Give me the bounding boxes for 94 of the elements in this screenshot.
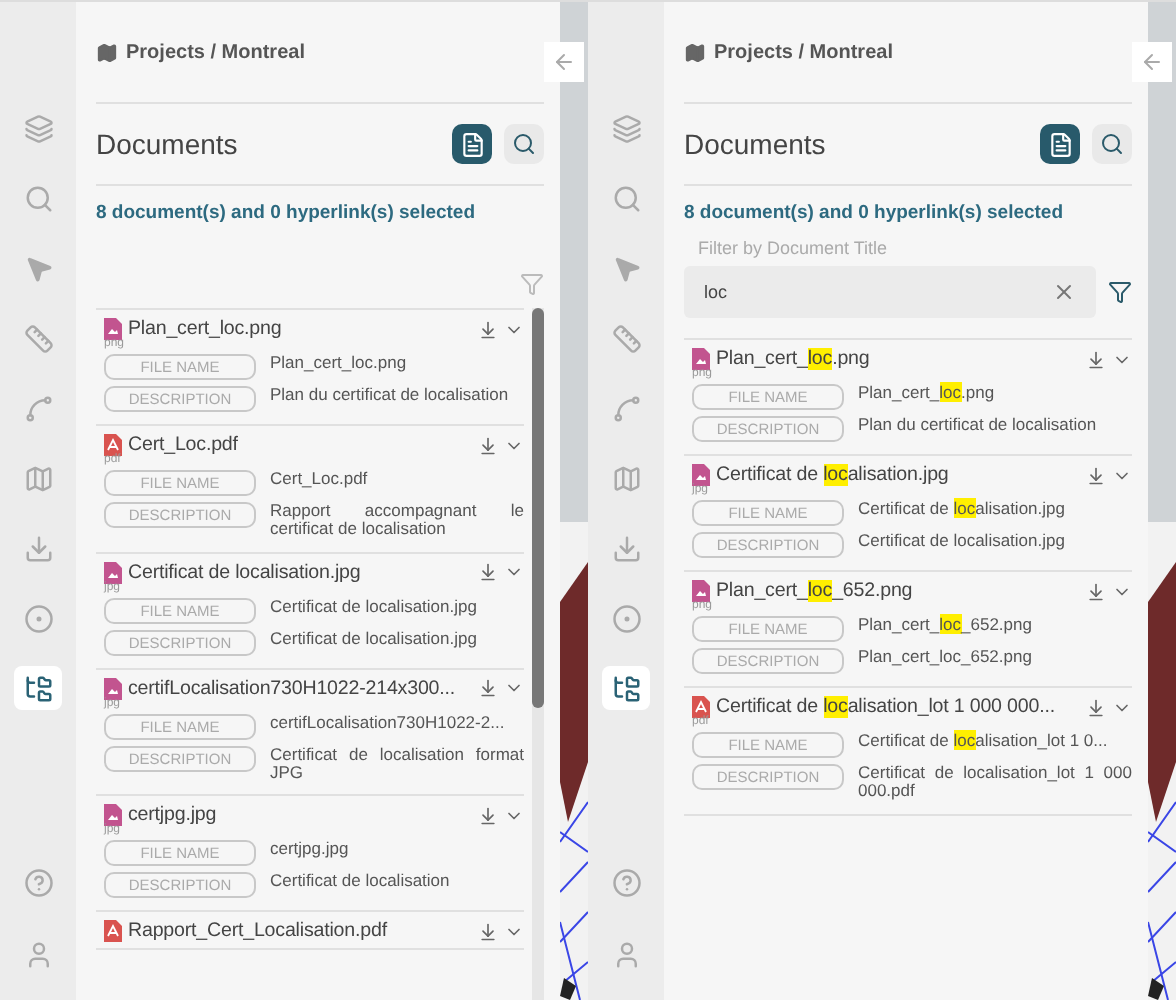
field-value: Certificat de localisation_lot 1 0... bbox=[858, 732, 1110, 751]
field-value: Rapport accompagnant le certificat de localisation bbox=[270, 502, 524, 540]
scrollbar[interactable] bbox=[532, 308, 544, 1000]
pointer-icon bbox=[23, 253, 53, 283]
panel-title: Documents bbox=[684, 128, 828, 160]
back-button[interactable] bbox=[544, 42, 584, 82]
filter-label: Filter by Document Title bbox=[698, 238, 890, 258]
documents-button[interactable] bbox=[452, 124, 492, 164]
search-icon bbox=[23, 183, 53, 213]
back-arrow-icon bbox=[1140, 50, 1164, 74]
download-icon bbox=[23, 533, 53, 563]
filter-icon[interactable] bbox=[1108, 280, 1132, 304]
ruler-icon bbox=[23, 323, 53, 353]
document-title: Certificat de localisation.jpg bbox=[128, 561, 363, 584]
image-file-icon bbox=[692, 580, 710, 602]
help-icon bbox=[611, 867, 641, 897]
download-icon bbox=[611, 533, 641, 563]
panel-title: Documents bbox=[96, 128, 240, 160]
map-icon bbox=[23, 463, 53, 493]
pdf-file-icon bbox=[104, 920, 122, 943]
breadcrumb: Projects / Montreal bbox=[714, 41, 893, 63]
search-icon bbox=[1100, 132, 1124, 156]
download-icon[interactable] bbox=[1086, 465, 1106, 485]
field-value: Certificat de localisation.jpg bbox=[858, 532, 1067, 551]
field-value: Plan du certificat de localisation bbox=[270, 386, 511, 405]
document-icon bbox=[1047, 131, 1073, 157]
image-file-icon bbox=[692, 464, 710, 486]
search-icon bbox=[611, 183, 641, 213]
field-value: Certificat de localisation.jpg bbox=[858, 500, 1067, 519]
download-icon[interactable] bbox=[478, 921, 498, 942]
ruler-icon bbox=[611, 323, 641, 353]
document-title: Plan_cert_loc.png bbox=[128, 318, 284, 340]
folder-tree-icon bbox=[23, 673, 53, 703]
image-file-icon bbox=[692, 348, 710, 370]
layers-icon bbox=[23, 113, 53, 143]
image-file-icon bbox=[104, 561, 122, 584]
selection-summary: 8 document(s) and 0 hyperlink(s) selected bbox=[684, 202, 1066, 224]
help-icon bbox=[23, 867, 53, 897]
clear-icon[interactable] bbox=[1052, 280, 1076, 304]
document-title: certjpg.jpg bbox=[128, 804, 219, 827]
document-title: Certificat de localisation_lot 1 000 000... bbox=[716, 696, 1057, 718]
target-icon bbox=[23, 603, 53, 633]
field-value: certifLocalisation730H1022-2... bbox=[270, 713, 507, 733]
pointer-icon bbox=[611, 253, 641, 283]
download-icon[interactable] bbox=[478, 562, 498, 583]
field-value: Certificat de localisation.jpg bbox=[270, 597, 479, 617]
filter-field[interactable]: loc bbox=[684, 266, 1096, 318]
field-value: Plan du certificat de localisation bbox=[858, 416, 1099, 435]
document-title: Cert_Loc.pdf bbox=[128, 434, 240, 456]
field-value: Plan_cert_loc_652.png bbox=[858, 648, 1034, 667]
search-button[interactable] bbox=[504, 124, 544, 164]
download-icon[interactable] bbox=[478, 805, 498, 826]
documents-button[interactable] bbox=[1040, 124, 1080, 164]
download-icon[interactable] bbox=[478, 678, 498, 699]
document-title: Plan_cert_loc.png bbox=[716, 348, 872, 370]
image-file-icon bbox=[104, 804, 122, 827]
pdf-file-icon bbox=[104, 434, 122, 456]
rail-button[interactable] bbox=[602, 666, 650, 710]
document-title: Certificat de localisation.jpg bbox=[716, 464, 951, 486]
selection-summary: 8 document(s) and 0 hyperlink(s) selected bbox=[96, 202, 478, 224]
document-icon bbox=[459, 131, 485, 157]
download-icon[interactable] bbox=[1086, 581, 1106, 601]
download-icon[interactable] bbox=[478, 319, 498, 339]
document-title: Rapport_Cert_Localisation.pdf bbox=[128, 920, 390, 943]
document-title: certifLocalisation730H1022-214x300... bbox=[128, 677, 458, 700]
field-value: Cert_Loc.pdf bbox=[270, 470, 370, 489]
rail-button[interactable] bbox=[14, 666, 62, 710]
map-icon bbox=[96, 41, 118, 63]
download-icon[interactable] bbox=[1086, 697, 1106, 717]
field-value: Certificat de localisation_lot 1 000 000.pdf bbox=[858, 764, 1132, 802]
pdf-file-icon bbox=[692, 696, 710, 718]
field-value: certjpg.jpg bbox=[270, 840, 351, 860]
field-value: Certificat de localisation format JPG bbox=[270, 745, 524, 783]
search-icon bbox=[512, 132, 536, 156]
user-icon bbox=[23, 939, 53, 969]
folder-tree-icon bbox=[611, 673, 641, 703]
layers-icon bbox=[611, 113, 641, 143]
field-value: Plan_cert_loc.png bbox=[858, 384, 997, 403]
target-icon bbox=[611, 603, 641, 633]
image-file-icon bbox=[104, 677, 122, 700]
document-title: Plan_cert_loc_652.png bbox=[716, 580, 915, 602]
back-arrow-icon bbox=[552, 50, 576, 74]
field-value: Certificat de localisation bbox=[270, 872, 452, 892]
map-icon bbox=[611, 463, 641, 493]
field-value: Certificat de localisation.jpg bbox=[270, 629, 479, 649]
field-value: Plan_cert_loc.png bbox=[270, 354, 409, 373]
image-file-icon bbox=[104, 318, 122, 340]
breadcrumb: Projects / Montreal bbox=[126, 41, 305, 63]
user-icon bbox=[611, 939, 641, 969]
download-icon[interactable] bbox=[1086, 349, 1106, 369]
download-icon[interactable] bbox=[478, 435, 498, 455]
back-button[interactable] bbox=[1132, 42, 1172, 82]
map-icon bbox=[684, 41, 706, 63]
search-button[interactable] bbox=[1092, 124, 1132, 164]
